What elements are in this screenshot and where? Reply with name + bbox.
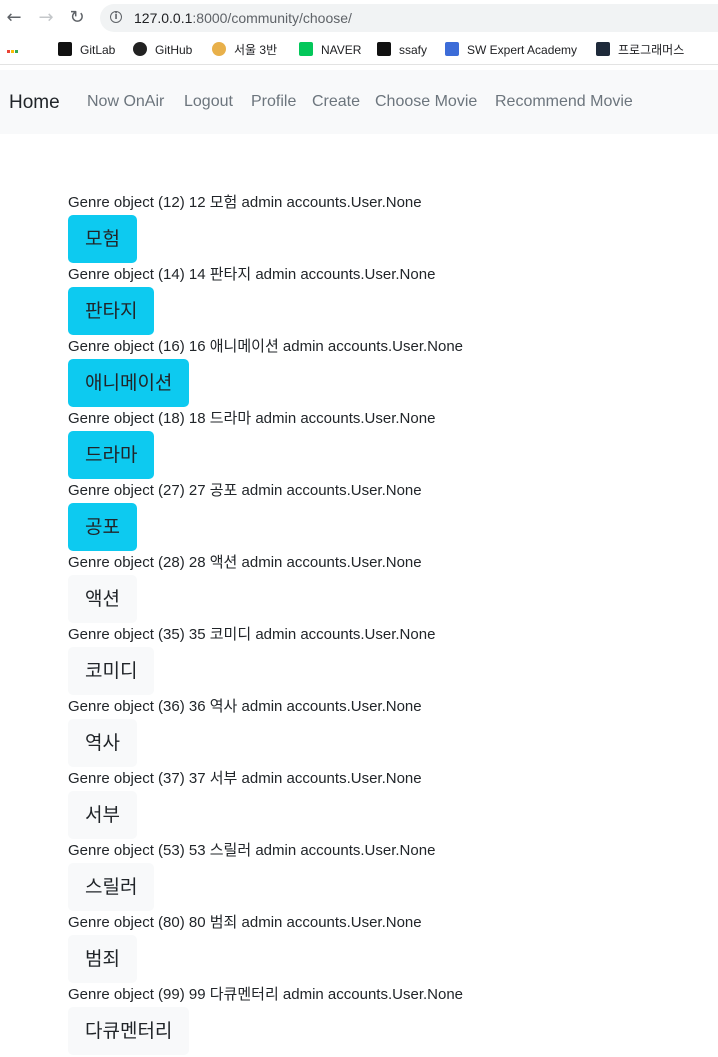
genre-button[interactable]: 스릴러 xyxy=(68,863,155,911)
nav-profile[interactable]: Profile xyxy=(251,93,296,111)
swea-icon xyxy=(445,42,459,56)
genre-button[interactable]: 드라마 xyxy=(68,431,155,479)
genre-object-text: Genre object (28) 28 액션 admin accounts.U… xyxy=(68,554,422,571)
nav-recommend-movie[interactable]: Recommend Movie xyxy=(495,93,633,111)
user-icon xyxy=(212,42,226,56)
nav-choose-movie[interactable]: Choose Movie xyxy=(375,93,477,111)
url-path: :8000/community/choose/ xyxy=(192,10,352,26)
forward-arrow-icon[interactable]: → xyxy=(35,7,57,29)
genre-button[interactable]: 액션 xyxy=(68,575,137,623)
genre-item: Genre object (99) 99 다큐멘터리 admin account… xyxy=(68,985,708,1057)
bookmark-apps[interactable]: 앱 xyxy=(7,41,40,59)
genre-item: Genre object (14) 14 판타지 admin accounts.… xyxy=(68,265,708,337)
genre-item: Genre object (35) 35 코미디 admin accounts.… xyxy=(68,625,708,697)
genre-item: Genre object (36) 36 역사 admin accounts.U… xyxy=(68,697,708,769)
naver-icon xyxy=(299,42,313,56)
genre-button[interactable]: 코미디 xyxy=(68,647,155,695)
genre-object-text: Genre object (16) 16 애니메이션 admin account… xyxy=(68,338,464,355)
bookmark-programmers[interactable]: 프로그래머스 xyxy=(596,41,684,59)
genre-list: Genre object (12) 12 모험 admin accounts.U… xyxy=(68,193,708,1057)
bookmarks-bar: 앱 GitLab GitHub 서울 3반 NAVER ssafy SW Exp… xyxy=(0,36,718,65)
programmers-icon xyxy=(596,42,610,56)
genre-button[interactable]: 모험 xyxy=(68,215,137,263)
bookmark-label: ssafy xyxy=(399,43,428,57)
back-arrow-icon[interactable]: ← xyxy=(3,7,25,29)
genre-button[interactable]: 공포 xyxy=(68,503,137,551)
genre-item: Genre object (16) 16 애니메이션 admin account… xyxy=(68,337,708,409)
genre-object-text: Genre object (27) 27 공포 admin accounts.U… xyxy=(68,482,422,499)
browser-toolbar: ← → ↻ i 127.0.0.1:8000/community/choose/ xyxy=(0,0,718,36)
nav-now-onair[interactable]: Now OnAir xyxy=(87,93,164,111)
bookmark-label: 프로그래머스 xyxy=(618,43,685,57)
genre-item: Genre object (18) 18 드라마 admin accounts.… xyxy=(68,409,708,481)
genre-object-text: Genre object (53) 53 스릴러 admin accounts.… xyxy=(68,842,436,859)
nav-logout[interactable]: Logout xyxy=(184,93,233,111)
bookmark-label: GitLab xyxy=(80,43,116,57)
genre-object-text: Genre object (80) 80 범죄 admin accounts.U… xyxy=(68,914,422,931)
genre-button[interactable]: 애니메이션 xyxy=(68,359,190,407)
genre-object-text: Genre object (99) 99 다큐멘터리 admin account… xyxy=(68,986,464,1003)
genre-item: Genre object (28) 28 액션 admin accounts.U… xyxy=(68,553,708,625)
main-navbar: Home Now OnAir Logout Profile Create Cho… xyxy=(0,70,718,134)
apps-icon xyxy=(7,41,21,55)
gitlab-icon xyxy=(58,42,72,56)
url-text: 127.0.0.1:8000/community/choose/ xyxy=(134,10,352,26)
bookmark-label: GitHub xyxy=(155,43,193,57)
genre-button[interactable]: 범죄 xyxy=(68,935,137,983)
bookmark-naver[interactable]: NAVER xyxy=(299,41,361,59)
bookmark-gitlab[interactable]: GitLab xyxy=(58,41,115,59)
bookmark-swea[interactable]: SW Expert Academy xyxy=(445,41,577,59)
url-host: 127.0.0.1 xyxy=(134,10,193,26)
genre-button[interactable]: 다큐멘터리 xyxy=(68,1007,190,1055)
bookmark-ssafy[interactable]: ssafy xyxy=(377,41,427,59)
genre-button[interactable]: 판타지 xyxy=(68,287,155,335)
bookmark-label: 서울 3반 xyxy=(234,43,278,57)
bookmark-label: SW Expert Academy xyxy=(467,43,578,57)
ssafy-icon xyxy=(377,42,391,56)
genre-item: Genre object (80) 80 범죄 admin accounts.U… xyxy=(68,913,708,985)
genre-button[interactable]: 역사 xyxy=(68,719,137,767)
genre-item: Genre object (53) 53 스릴러 admin accounts.… xyxy=(68,841,708,913)
address-bar[interactable]: i 127.0.0.1:8000/community/choose/ xyxy=(100,4,718,32)
bookmark-seoul[interactable]: 서울 3반 xyxy=(212,41,277,59)
github-icon xyxy=(133,42,147,56)
genre-object-text: Genre object (37) 37 서부 admin accounts.U… xyxy=(68,770,422,787)
nav-create[interactable]: Create xyxy=(312,93,360,111)
genre-object-text: Genre object (18) 18 드라마 admin accounts.… xyxy=(68,410,436,427)
genre-item: Genre object (37) 37 서부 admin accounts.U… xyxy=(68,769,708,841)
genre-button[interactable]: 서부 xyxy=(68,791,137,839)
bookmark-label: NAVER xyxy=(321,43,362,57)
genre-object-text: Genre object (36) 36 역사 admin accounts.U… xyxy=(68,698,422,715)
genre-object-text: Genre object (12) 12 모험 admin accounts.U… xyxy=(68,194,422,211)
genre-item: Genre object (27) 27 공포 admin accounts.U… xyxy=(68,481,708,553)
genre-object-text: Genre object (35) 35 코미디 admin accounts.… xyxy=(68,626,436,643)
home-link[interactable]: Home xyxy=(9,92,60,114)
info-icon[interactable]: i xyxy=(110,11,122,23)
genre-object-text: Genre object (14) 14 판타지 admin accounts.… xyxy=(68,266,436,283)
reload-icon[interactable]: ↻ xyxy=(66,7,88,29)
bookmark-github[interactable]: GitHub xyxy=(133,41,192,59)
genre-item: Genre object (12) 12 모험 admin accounts.U… xyxy=(68,193,708,265)
